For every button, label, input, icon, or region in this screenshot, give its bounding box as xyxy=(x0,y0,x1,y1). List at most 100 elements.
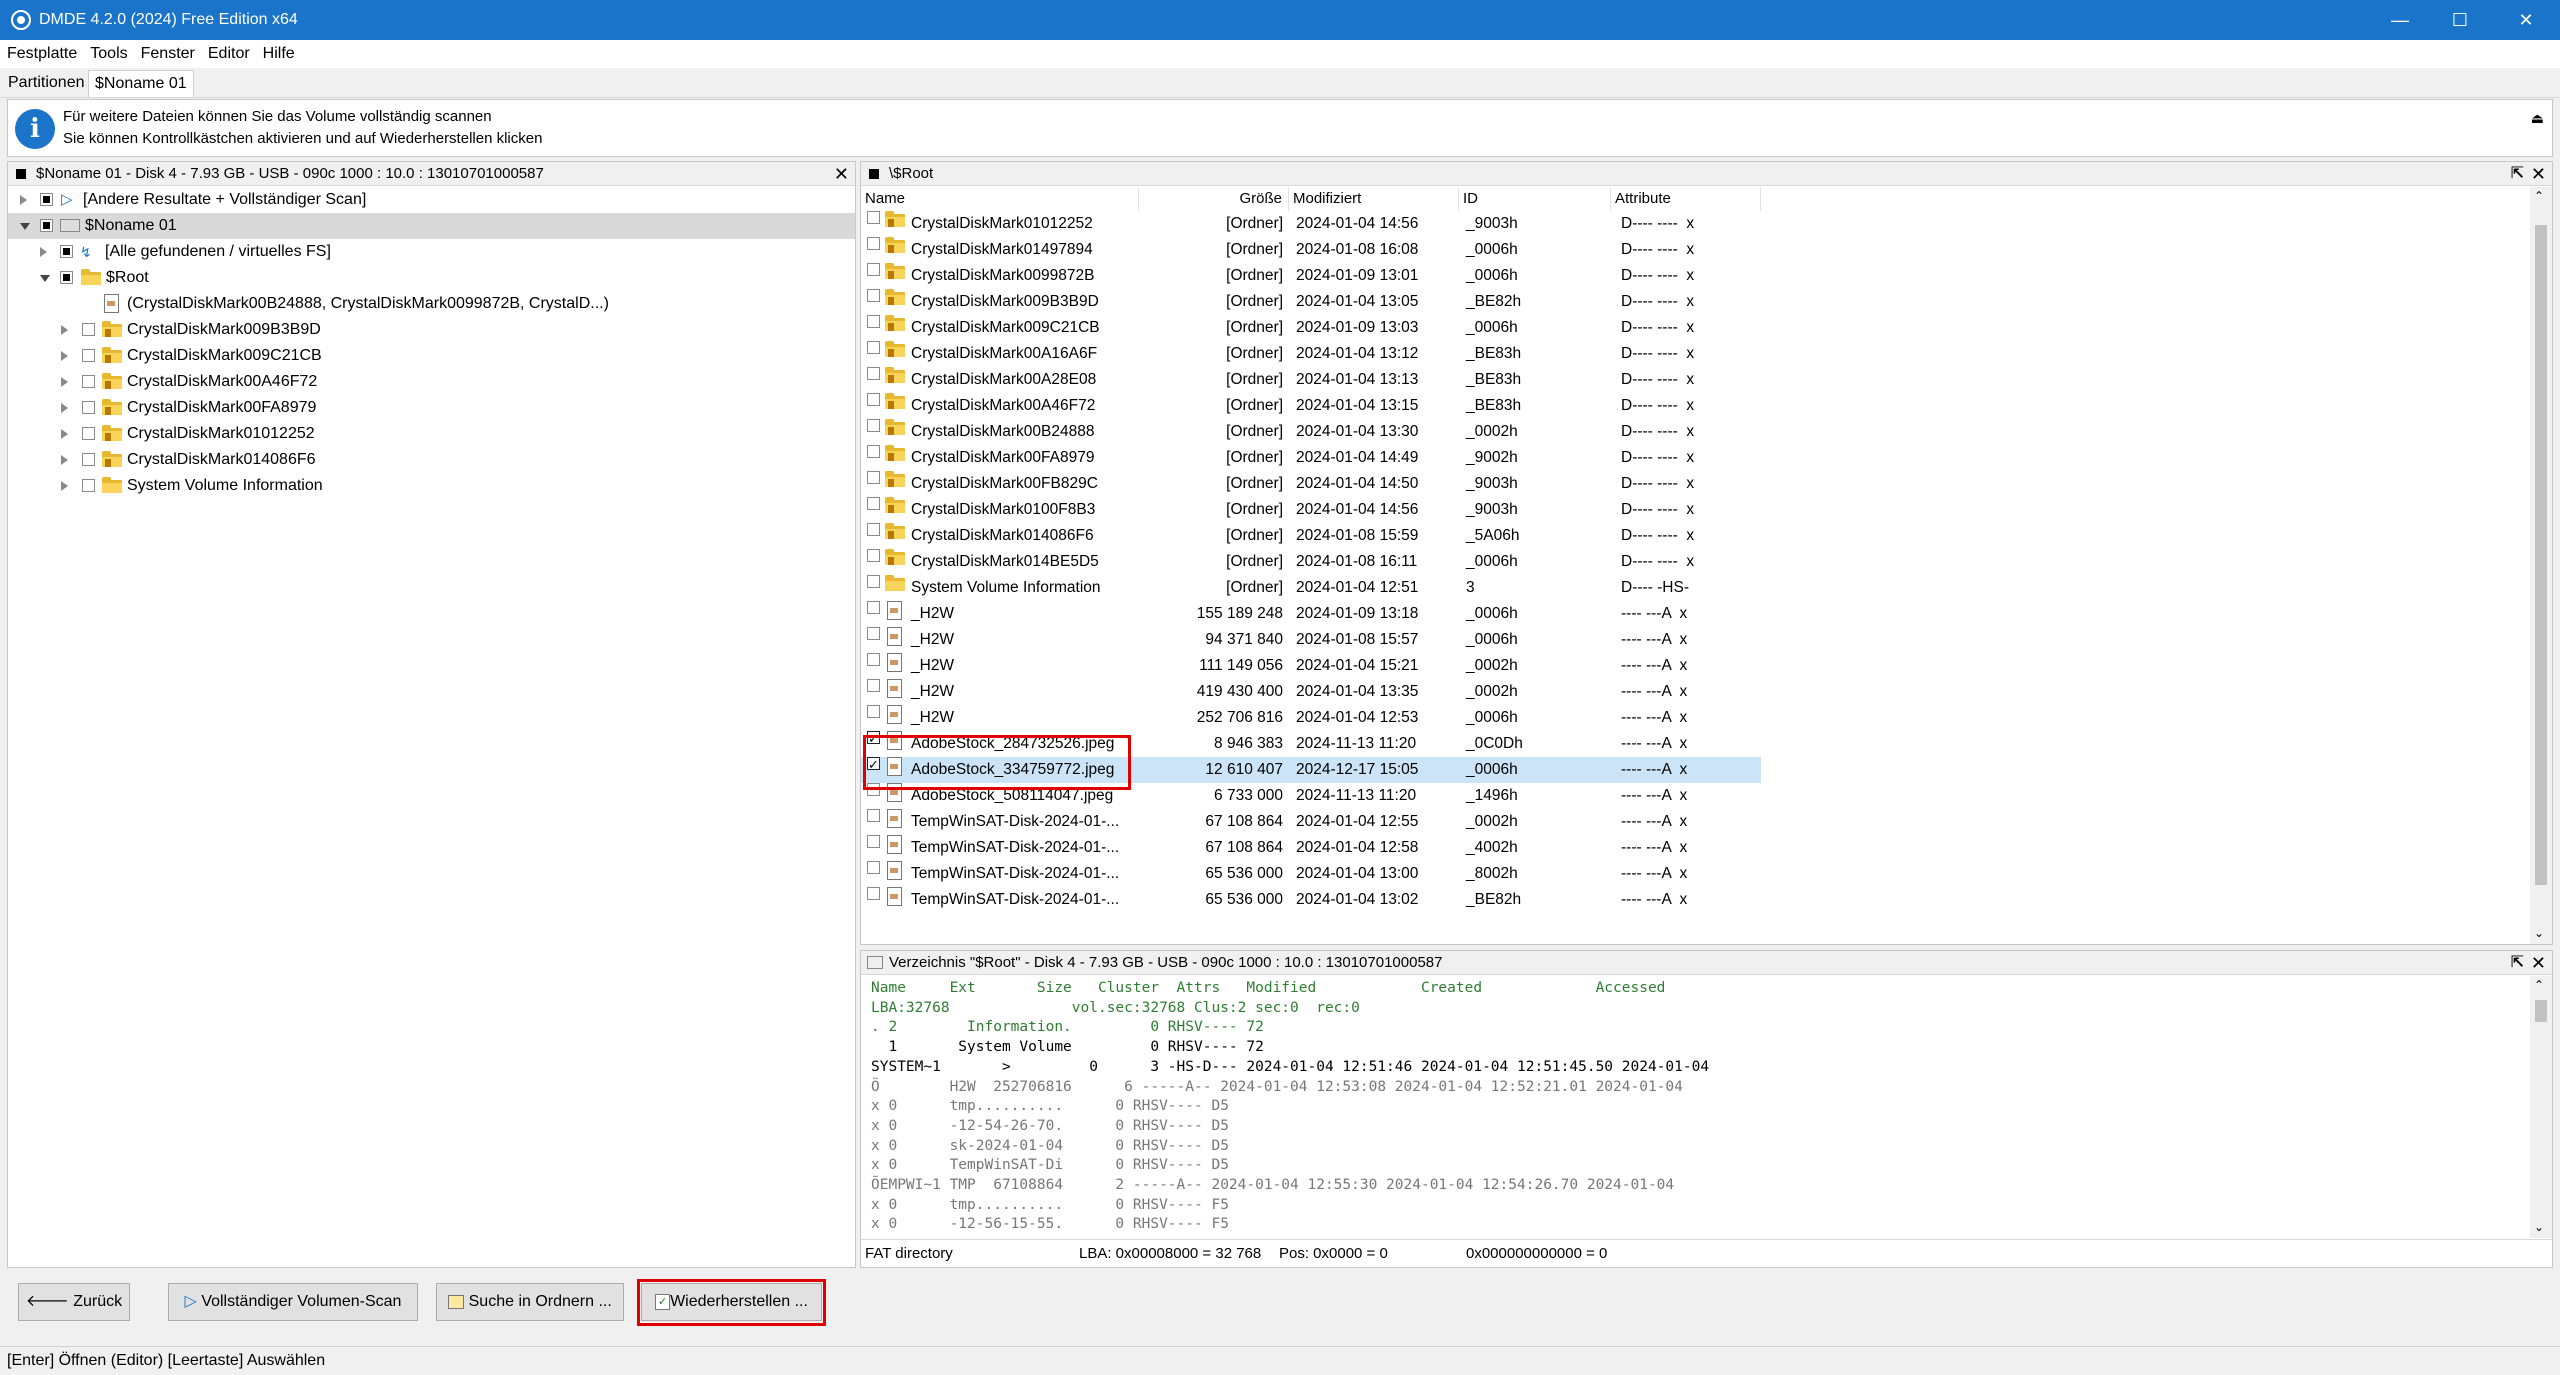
row-checkbox[interactable] xyxy=(867,627,880,640)
tree-node-folder[interactable]: CrystalDiskMark01012252 xyxy=(8,421,855,447)
expand-icon[interactable] xyxy=(40,247,47,257)
row-checkbox[interactable] xyxy=(867,263,880,276)
expand-icon[interactable] xyxy=(61,403,68,413)
tree-node-scan[interactable]: ▷ [Andere Resultate + Vollständiger Scan… xyxy=(8,187,855,213)
checkbox[interactable] xyxy=(82,479,95,492)
row-checkbox[interactable] xyxy=(867,835,880,848)
file-list-scrollbar[interactable]: ⌃ ⌄ xyxy=(2530,187,2552,944)
menu-festplatte[interactable]: Festplatte xyxy=(7,45,77,63)
column-modified[interactable]: Modifiziert xyxy=(1289,187,1459,211)
file-row[interactable]: CrystalDiskMark00A46F72 [Ordner] 2024-01-0… xyxy=(861,393,1761,419)
expand-icon[interactable] xyxy=(61,455,68,465)
scrollbar-thumb[interactable] xyxy=(2535,225,2547,885)
expand-icon[interactable] xyxy=(61,377,68,387)
row-checkbox[interactable] xyxy=(867,315,880,328)
file-row[interactable]: CrystalDiskMark009C21CB [Ordner] 2024-01-0… xyxy=(861,315,1761,341)
tab-noname[interactable]: $Noname 01 xyxy=(88,70,194,97)
tree-node-volume[interactable]: $Noname 01 xyxy=(8,213,855,239)
checkbox[interactable] xyxy=(82,401,95,414)
checkbox[interactable] xyxy=(82,349,95,362)
checkbox[interactable] xyxy=(60,245,73,258)
file-row[interactable]: TempWinSAT-Disk-2024-01-... 67 108 864 202… xyxy=(861,809,1761,835)
search-folders-button[interactable]: Suche in Ordnern ... xyxy=(436,1283,624,1321)
scroll-up-icon[interactable]: ⌃ xyxy=(2534,978,2544,992)
expand-icon[interactable] xyxy=(61,481,68,491)
row-checkbox[interactable] xyxy=(867,861,880,874)
row-checkbox[interactable] xyxy=(867,289,880,302)
row-checkbox[interactable] xyxy=(867,497,880,510)
tree-node-root[interactable]: $Root xyxy=(8,265,855,291)
file-row[interactable]: CrystalDiskMark01012252 [Ordner] 2024-01-0… xyxy=(861,211,1761,237)
tree-node-folder[interactable]: CrystalDiskMark00FA8979 xyxy=(8,395,855,421)
checkbox[interactable] xyxy=(82,323,95,336)
close-icon[interactable]: ✕ xyxy=(2531,162,2546,186)
file-row[interactable]: TempWinSAT-Disk-2024-01-... 65 536 000 202… xyxy=(861,861,1761,887)
row-checkbox[interactable] xyxy=(867,601,880,614)
back-button[interactable]: 🡐 Zurück xyxy=(18,1283,130,1321)
maximize-button[interactable]: ☐ xyxy=(2430,0,2490,40)
tree-node-files[interactable]: (CrystalDiskMark00B24888, CrystalDiskMar… xyxy=(8,291,855,317)
tree-node-folder[interactable]: System Volume Information xyxy=(8,473,855,499)
directory-dump[interactable]: Name Ext Size Cluster Attrs Modified Cre… xyxy=(861,976,2530,1238)
scroll-down-icon[interactable]: ⌄ xyxy=(2534,1220,2544,1234)
row-checkbox[interactable] xyxy=(867,549,880,562)
checkbox[interactable] xyxy=(40,193,53,206)
checkbox[interactable] xyxy=(82,427,95,440)
maximize-panel-icon[interactable]: ⇱ xyxy=(2511,162,2524,186)
expand-icon[interactable] xyxy=(61,429,68,439)
file-row[interactable]: CrystalDiskMark00A28E08 [Ordner] 2024-01-0… xyxy=(861,367,1761,393)
minimize-button[interactable]: — xyxy=(2370,0,2430,40)
row-checkbox[interactable] xyxy=(867,393,880,406)
file-row[interactable]: CrystalDiskMark00B24888 [Ordner] 2024-01-0… xyxy=(861,419,1761,445)
column-name[interactable]: Name xyxy=(861,187,1139,211)
tree-node-folder[interactable]: CrystalDiskMark00A46F72 xyxy=(8,369,855,395)
row-checkbox[interactable] xyxy=(867,341,880,354)
scrollbar-thumb[interactable] xyxy=(2535,1000,2547,1022)
file-row[interactable]: System Volume Information [Ordner] 2024-01… xyxy=(861,575,1761,601)
close-icon[interactable]: ✕ xyxy=(2531,951,2546,975)
file-row[interactable]: CrystalDiskMark00A16A6F [Ordner] 2024-01-0… xyxy=(861,341,1761,367)
row-checkbox[interactable] xyxy=(867,679,880,692)
menu-tools[interactable]: Tools xyxy=(90,45,127,63)
row-checkbox[interactable] xyxy=(867,653,880,666)
row-checkbox[interactable] xyxy=(867,367,880,380)
menu-hilfe[interactable]: Hilfe xyxy=(263,45,295,63)
tree-node-folder[interactable]: CrystalDiskMark014086F6 xyxy=(8,447,855,473)
menu-fenster[interactable]: Fenster xyxy=(141,45,195,63)
checkbox[interactable] xyxy=(82,453,95,466)
tree-node-folder[interactable]: CrystalDiskMark009B3B9D xyxy=(8,317,855,343)
checkbox[interactable] xyxy=(40,219,53,232)
maximize-panel-icon[interactable]: ⇱ xyxy=(2511,951,2524,975)
file-row[interactable]: CrystalDiskMark009B3B9D [Ordner] 2024-01-0… xyxy=(861,289,1761,315)
row-checkbox[interactable] xyxy=(867,419,880,432)
scroll-down-icon[interactable]: ⌄ xyxy=(2534,926,2544,940)
file-row[interactable]: CrystalDiskMark0100F8B3 [Ordner] 2024-01-0… xyxy=(861,497,1761,523)
row-checkbox[interactable] xyxy=(867,705,880,718)
row-checkbox[interactable] xyxy=(867,445,880,458)
close-button[interactable]: ✕ xyxy=(2496,0,2556,40)
collapse-icon[interactable] xyxy=(40,275,50,282)
file-row[interactable]: _H2W 111 149 056 2024-01-04 15:21 _0002h ---… xyxy=(861,653,1761,679)
column-id[interactable]: ID xyxy=(1459,187,1611,211)
file-row[interactable]: _H2W 155 189 248 2024-01-09 13:18 _0006h ---… xyxy=(861,601,1761,627)
row-checkbox[interactable] xyxy=(867,809,880,822)
tab-partitionen[interactable]: Partitionen xyxy=(2,70,91,97)
expand-icon[interactable] xyxy=(20,195,27,205)
file-row[interactable]: CrystalDiskMark01497894 [Ordner] 2024-01-0… xyxy=(861,237,1761,263)
file-row[interactable]: TempWinSAT-Disk-2024-01-... 67 108 864 202… xyxy=(861,835,1761,861)
close-icon[interactable]: ✕ xyxy=(834,162,849,186)
file-row[interactable]: CrystalDiskMark0099872B [Ordner] 2024-01-0… xyxy=(861,263,1761,289)
dir-scrollbar[interactable]: ⌃ ⌄ xyxy=(2530,976,2552,1238)
file-row[interactable]: CrystalDiskMark00FB829C [Ordner] 2024-01-0… xyxy=(861,471,1761,497)
full-scan-button[interactable]: ▷ Vollständiger Volumen-Scan xyxy=(168,1283,418,1321)
file-row[interactable]: _H2W 94 371 840 2024-01-08 15:57 _0006h ----… xyxy=(861,627,1761,653)
file-row[interactable]: _H2W 419 430 400 2024-01-04 13:35 _0002h ---… xyxy=(861,679,1761,705)
column-size[interactable]: Größe xyxy=(1139,187,1289,211)
row-checkbox[interactable] xyxy=(867,887,880,900)
collapse-icon[interactable] xyxy=(20,223,30,230)
expand-icon[interactable] xyxy=(61,325,68,335)
row-checkbox[interactable] xyxy=(867,523,880,536)
expand-icon[interactable] xyxy=(61,351,68,361)
row-checkbox[interactable] xyxy=(867,471,880,484)
tree-node-folder[interactable]: CrystalDiskMark009C21CB xyxy=(8,343,855,369)
